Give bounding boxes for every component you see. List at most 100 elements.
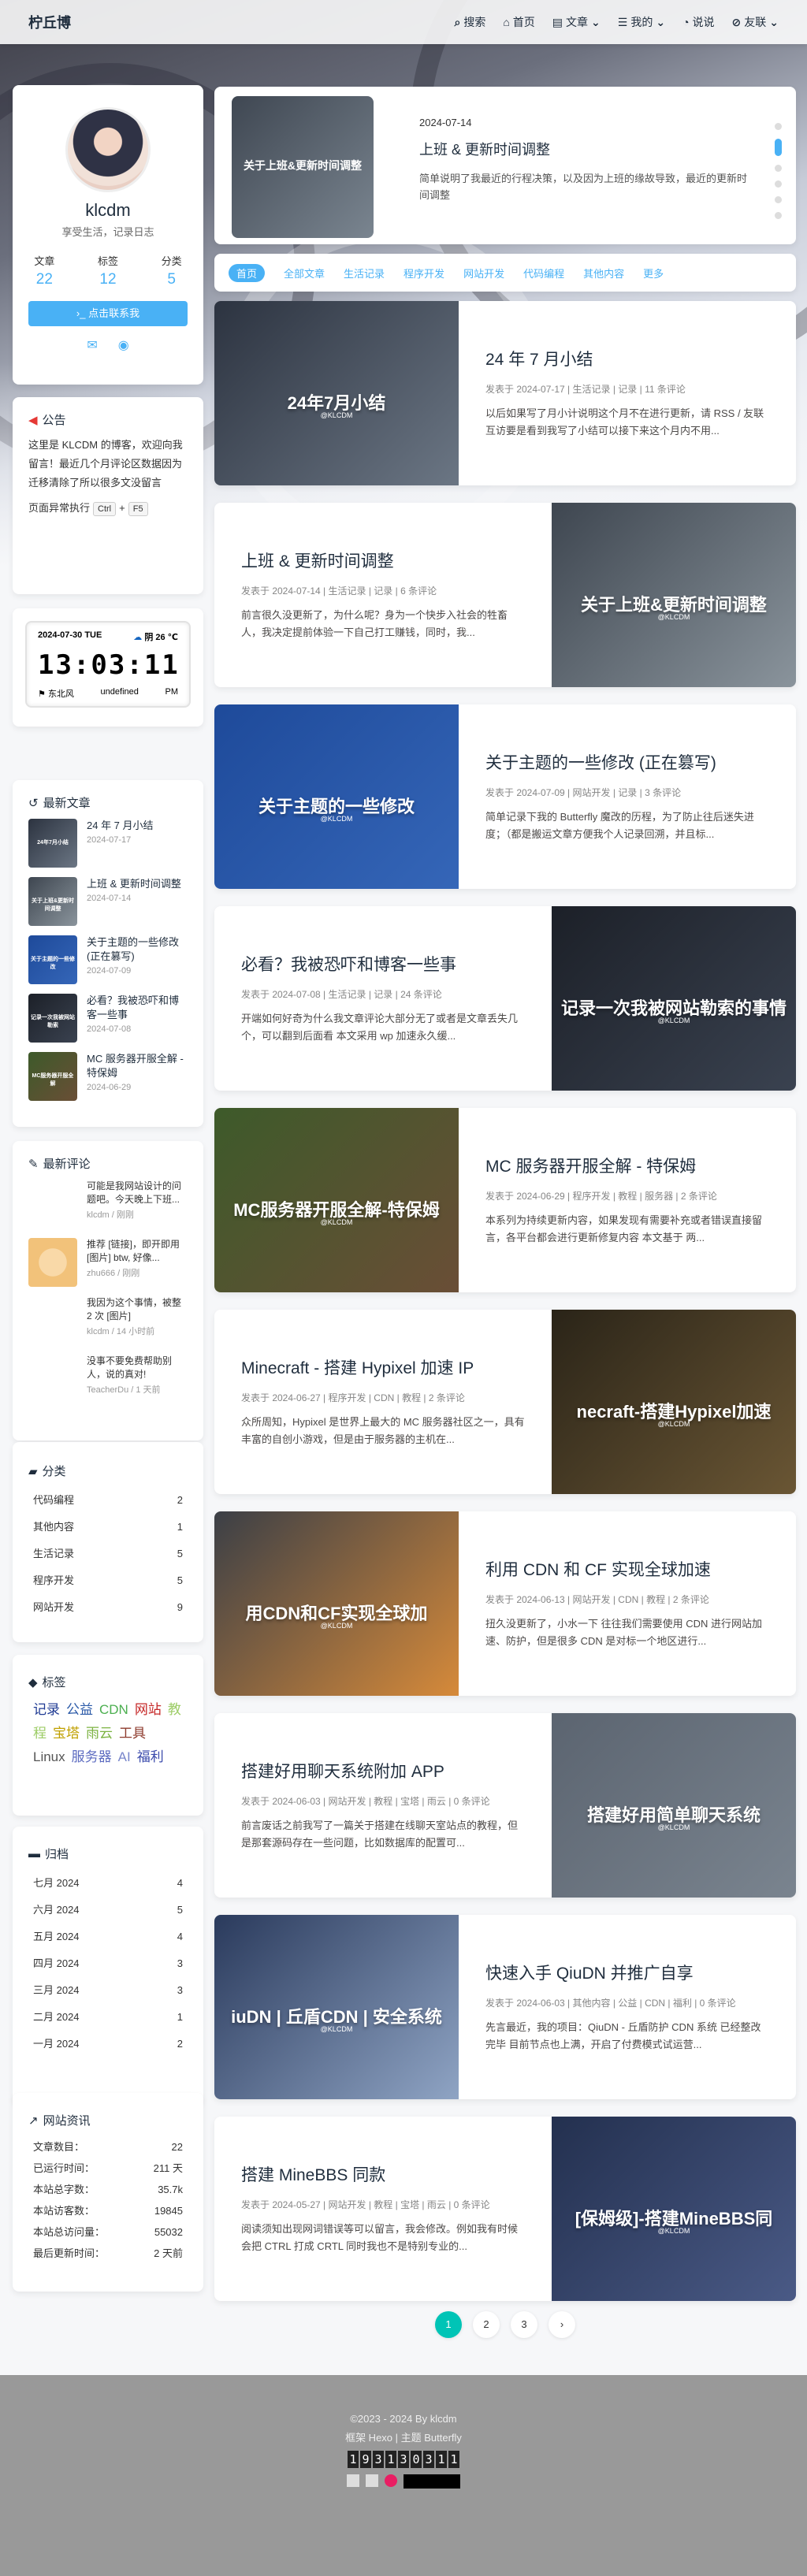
site-info-item[interactable]: 最后更新时间： 2 天前: [13, 2243, 203, 2264]
site-info-item[interactable]: 本站总字数： 35.7k: [13, 2179, 203, 2200]
comment-item[interactable]: 没事不要免费帮助别人，说的真对! TeacherDu / 1 天前: [13, 1355, 203, 1403]
category-tab[interactable]: 更多: [643, 266, 664, 281]
post-title[interactable]: 快速入手 QiuDN 并推广自享: [485, 1961, 769, 1984]
category-item[interactable]: 程序开发 5: [13, 1567, 203, 1594]
page-button[interactable]: 1: [435, 2311, 462, 2338]
tag-link[interactable]: 工具: [119, 1726, 146, 1741]
post-thumbnail[interactable]: 关于上班&更新时间调整 @KLCDM: [552, 503, 796, 687]
tag-link[interactable]: 福利: [137, 1749, 164, 1764]
tag-link[interactable]: CDN: [99, 1702, 128, 1717]
archive-item[interactable]: 四月 2024 3: [13, 1950, 203, 1977]
nav-talk[interactable]: ◔ 说说: [682, 14, 714, 30]
post-title[interactable]: MC 服务器开服全解 - 特保姆: [485, 1154, 769, 1177]
recent-post-title[interactable]: 24 年 7 月小结: [87, 819, 154, 833]
post-thumbnail[interactable]: iuDN | 丘盾CDN | 安全系统 @KLCDM: [214, 1915, 459, 2099]
site-info-item[interactable]: 本站访客数： 19845: [13, 2200, 203, 2221]
nav-home[interactable]: ⌂ 首页: [503, 14, 534, 30]
archive-item[interactable]: 七月 2024 4: [13, 1870, 203, 1897]
contact-button[interactable]: ›_ 点击联系我: [28, 301, 188, 326]
rss-icon[interactable]: ◉: [118, 337, 129, 353]
post-title[interactable]: 利用 CDN 和 CF 实现全球加速: [485, 1557, 769, 1581]
recent-post-item[interactable]: 关于上班&更新时间调整 上班 & 更新时间调整 2024-07-14: [13, 877, 203, 926]
post-thumbnail[interactable]: 24年7月小结 @KLCDM: [214, 301, 459, 485]
comment-item[interactable]: 我因为这个事情，被整 2 次 [图片] klcdm / 14 小时前: [13, 1296, 203, 1345]
carousel-dot[interactable]: [775, 212, 782, 219]
recent-post-item[interactable]: 关于主题的一些修改 关于主题的一些修改 (正在篡写) 2024-07-09: [13, 935, 203, 984]
category-tab[interactable]: 网站开发: [463, 266, 504, 281]
recent-post-item[interactable]: 24年7月小结 24 年 7 月小结 2024-07-17: [13, 819, 203, 868]
carousel-dot[interactable]: [775, 196, 782, 203]
comment-item[interactable]: 推荐 [链接]，即开即用 [图片] btw, 好像... zhu666 / 刚刚: [13, 1238, 203, 1287]
recent-post-title[interactable]: 必看？我被恐吓和博客一些事: [87, 994, 188, 1022]
recent-post-thumbnail[interactable]: 关于上班&更新时间调整: [28, 877, 77, 926]
tag-link[interactable]: 服务器: [72, 1749, 112, 1764]
nav-search[interactable]: ⌕ 搜索: [454, 14, 485, 30]
category-tab[interactable]: 首页: [229, 263, 266, 282]
comment-text[interactable]: 推荐 [链接]，即开即用 [图片] btw, 好像...: [87, 1238, 188, 1265]
recent-post-thumbnail[interactable]: 24年7月小结: [28, 819, 77, 868]
next-page-button[interactable]: ›: [549, 2311, 575, 2338]
post-thumbnail[interactable]: [保姆级]-搭建MineBBS同 @KLCDM: [552, 2117, 796, 2301]
archive-item[interactable]: 五月 2024 4: [13, 1924, 203, 1950]
recent-post-item[interactable]: MC服务器开服全解 MC 服务器开服全解 - 特保姆 2024-06-29: [13, 1052, 203, 1101]
post-thumbnail[interactable]: 搭建好用简单聊天系统 @KLCDM: [552, 1713, 796, 1898]
category-tab[interactable]: 全部文章: [284, 266, 325, 281]
featured-thumbnail[interactable]: 关于上班&更新时间调整: [232, 96, 374, 238]
category-item[interactable]: 代码编程 2: [13, 1487, 203, 1514]
tag-link[interactable]: 公益: [66, 1702, 93, 1717]
recent-post-thumbnail[interactable]: 关于主题的一些修改: [28, 935, 77, 984]
category-tab[interactable]: 其他内容: [583, 266, 624, 281]
comment-text[interactable]: 没事不要免费帮助别人，说的真对!: [87, 1355, 188, 1381]
site-info-item[interactable]: 本站总访问量： 55032: [13, 2221, 203, 2243]
archive-item[interactable]: 六月 2024 5: [13, 1897, 203, 1924]
post-thumbnail[interactable]: 用CDN和CF实现全球加 @KLCDM: [214, 1511, 459, 1696]
post-thumbnail[interactable]: 记录一次我被网站勒索的事情 @KLCDM: [552, 906, 796, 1091]
carousel-dot[interactable]: [775, 165, 782, 172]
recent-post-title[interactable]: 关于主题的一些修改 (正在篡写): [87, 935, 188, 964]
category-item[interactable]: 生活记录 5: [13, 1541, 203, 1567]
archive-item[interactable]: 二月 2024 1: [13, 2004, 203, 2031]
recent-post-title[interactable]: 上班 & 更新时间调整: [87, 877, 181, 891]
post-thumbnail[interactable]: necraft-搭建Hypixel加速 @KLCDM: [552, 1310, 796, 1494]
category-tab[interactable]: 程序开发: [404, 266, 444, 281]
category-item[interactable]: 其他内容 1: [13, 1514, 203, 1541]
post-title[interactable]: 必看？我被恐吓和博客一些事: [241, 952, 525, 976]
badge-banner[interactable]: [404, 2474, 460, 2489]
tag-link[interactable]: 记录: [33, 1702, 60, 1717]
site-brand[interactable]: 柠丘博: [28, 12, 71, 32]
post-title[interactable]: 24 年 7 月小结: [485, 347, 769, 370]
category-tab[interactable]: 生活记录: [344, 266, 385, 281]
post-title[interactable]: 关于主题的一些修改 (正在篡写): [485, 750, 769, 774]
carousel-dot[interactable]: [775, 180, 782, 188]
nav-friends[interactable]: ⊘ 友联 ⌄: [732, 14, 779, 30]
category-item[interactable]: 网站开发 9: [13, 1594, 203, 1621]
stat-categories[interactable]: 分类 5: [162, 253, 182, 288]
tag-link[interactable]: 雨云: [86, 1726, 113, 1741]
carousel-dot[interactable]: [775, 123, 782, 130]
tag-link[interactable]: AI: [118, 1749, 131, 1764]
recent-post-item[interactable]: 记录一次我被网站勒索 必看？我被恐吓和博客一些事 2024-07-08: [13, 994, 203, 1043]
recent-post-title[interactable]: MC 服务器开服全解 - 特保姆: [87, 1052, 188, 1080]
archive-item[interactable]: 三月 2024 3: [13, 1977, 203, 2004]
badge-icon[interactable]: [366, 2474, 378, 2487]
site-info-item[interactable]: 已运行时间： 211 天: [13, 2158, 203, 2179]
featured-title[interactable]: 上班 & 更新时间调整: [419, 139, 550, 159]
nav-mine[interactable]: ☰ 我的 ⌄: [618, 14, 665, 30]
post-title[interactable]: 搭建好用聊天系统附加 APP: [241, 1759, 525, 1782]
archive-item[interactable]: 一月 2024 2: [13, 2031, 203, 2057]
page-button[interactable]: 3: [511, 2311, 537, 2338]
comment-text[interactable]: 我因为这个事情，被整 2 次 [图片]: [87, 1296, 188, 1323]
tag-link[interactable]: 网站: [135, 1702, 162, 1717]
recent-post-thumbnail[interactable]: 记录一次我被网站勒索: [28, 994, 77, 1043]
nav-articles[interactable]: ▤ 文章 ⌄: [552, 14, 601, 30]
comment-text[interactable]: 可能是我网站设计的问题吧。今天晚上下班...: [87, 1180, 188, 1206]
email-icon[interactable]: ✉: [87, 337, 97, 353]
badge-icon[interactable]: [385, 2474, 397, 2487]
stat-tags[interactable]: 标签 12: [98, 253, 118, 288]
category-tab[interactable]: 代码编程: [523, 266, 564, 281]
post-title[interactable]: 上班 & 更新时间调整: [241, 548, 525, 572]
carousel-dot-active[interactable]: [775, 139, 782, 156]
recent-post-thumbnail[interactable]: MC服务器开服全解: [28, 1052, 77, 1101]
badge-icon[interactable]: [347, 2474, 359, 2487]
tag-link[interactable]: Linux: [33, 1749, 65, 1764]
